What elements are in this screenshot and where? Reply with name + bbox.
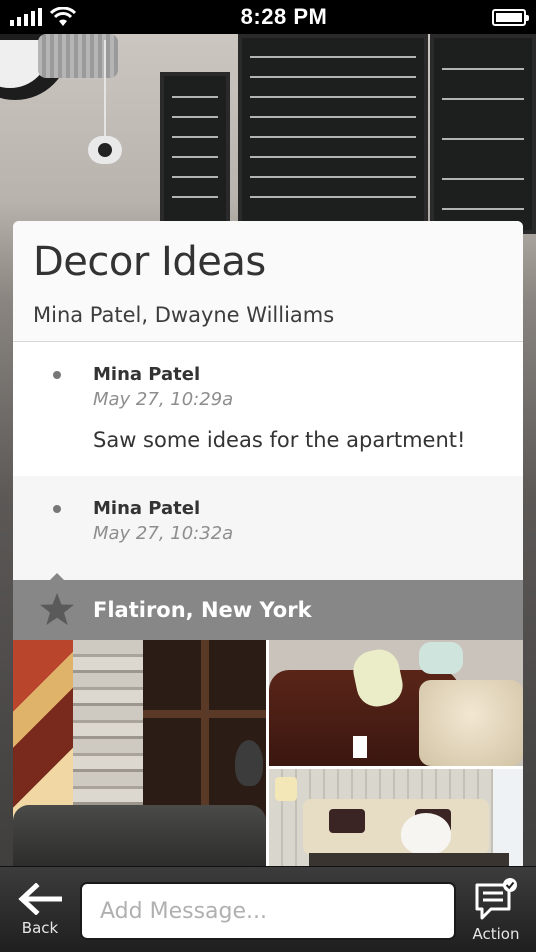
message-timestamp: May 27, 10:32a bbox=[93, 523, 234, 544]
star-icon bbox=[39, 592, 75, 631]
vase bbox=[235, 740, 263, 786]
leather-sofa-photo[interactable] bbox=[269, 640, 523, 766]
action-label: Action bbox=[472, 925, 520, 943]
battery-icon bbox=[492, 8, 529, 26]
coffee-table bbox=[309, 853, 509, 866]
stone-wall bbox=[73, 640, 143, 820]
timeline-dot bbox=[53, 505, 61, 513]
back-button[interactable]: Back bbox=[8, 877, 72, 947]
message-item[interactable]: Mina Patel May 27, 10:32a bbox=[13, 476, 523, 580]
action-button[interactable]: Action bbox=[464, 875, 528, 949]
back-arrow-icon bbox=[8, 883, 72, 915]
message-author: Mina Patel bbox=[93, 364, 201, 385]
chalkboard-menu-right bbox=[430, 34, 536, 234]
conversation-header: Decor Ideas Mina Patel, Dwayne Williams bbox=[13, 221, 523, 342]
chat-bubble-icon bbox=[464, 877, 528, 921]
back-label: Back bbox=[21, 919, 59, 937]
message-input[interactable] bbox=[80, 882, 456, 940]
photo-grid bbox=[13, 640, 523, 866]
location-bar[interactable]: Flatiron, New York bbox=[13, 573, 523, 640]
message-item[interactable]: Mina Patel May 27, 10:29a Saw some ideas… bbox=[13, 342, 523, 476]
message-timestamp: May 27, 10:29a bbox=[93, 389, 234, 410]
ceiling-vent bbox=[38, 34, 118, 78]
cushion bbox=[329, 809, 365, 833]
wifi-icon bbox=[50, 7, 76, 27]
window bbox=[493, 769, 523, 866]
timeline-dot bbox=[53, 371, 61, 379]
status-bar: 8:28 PM bbox=[0, 0, 536, 34]
tufted-ottoman bbox=[419, 680, 523, 766]
chalkboard-menu-center bbox=[238, 34, 428, 234]
location-label: Flatiron, New York bbox=[93, 598, 312, 622]
message-timeline: Mina Patel May 27, 10:29a Saw some ideas… bbox=[13, 342, 523, 580]
conversation-card: Decor Ideas Mina Patel, Dwayne Williams … bbox=[13, 221, 523, 866]
message-text: Saw some ideas for the apartment! bbox=[93, 428, 466, 452]
signal-bars-icon bbox=[10, 8, 42, 26]
chalkboard-menu-left bbox=[160, 72, 230, 232]
cushion bbox=[419, 642, 463, 674]
wall-art bbox=[13, 640, 73, 820]
status-left bbox=[10, 7, 76, 27]
security-camera bbox=[88, 136, 122, 164]
wooden-shelf bbox=[143, 640, 266, 820]
conversation-participants: Mina Patel, Dwayne Williams bbox=[33, 303, 335, 327]
bottom-bar: Back Action bbox=[0, 866, 536, 952]
lamp bbox=[275, 777, 297, 801]
status-time: 8:28 PM bbox=[240, 4, 328, 29]
camera-wire bbox=[104, 40, 106, 138]
living-room-shelf-photo[interactable] bbox=[13, 640, 266, 866]
message-author: Mina Patel bbox=[93, 498, 201, 519]
cream-sofa-photo[interactable] bbox=[269, 769, 523, 866]
grey-sofa bbox=[13, 805, 266, 866]
price-tag bbox=[353, 736, 367, 758]
white-vase bbox=[401, 813, 451, 855]
conversation-title: Decor Ideas bbox=[33, 239, 266, 285]
